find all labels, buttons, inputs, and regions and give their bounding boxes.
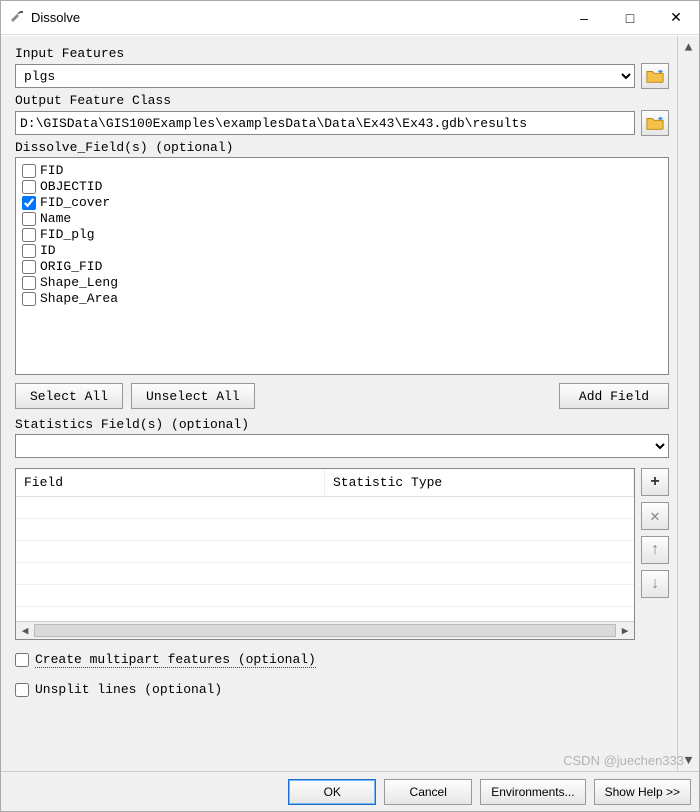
field-checkbox[interactable] [22,260,36,274]
output-feature-class-input[interactable] [15,111,635,135]
unsplit-lines-checkbox[interactable] [15,683,29,697]
unselect-all-button[interactable]: Unselect All [131,383,255,409]
field-checkbox[interactable] [22,180,36,194]
field-item[interactable]: Shape_Leng [22,275,662,290]
field-name: Shape_Leng [40,275,118,290]
minimize-button[interactable]: – [561,1,607,34]
field-name: Shape_Area [40,291,118,306]
input-features-label: Input Features [15,46,669,61]
field-name: ORIG_FID [40,259,102,274]
field-name: FID_cover [40,195,110,210]
grid-horizontal-scrollbar[interactable]: ◀▶ [16,621,634,639]
field-name: FID_plg [40,227,95,242]
field-item[interactable]: ID [22,243,662,258]
statistics-grid[interactable]: Field Statistic Type ◀▶ [15,468,635,640]
statistics-fields-label: Statistics Field(s) (optional) [15,417,669,432]
scroll-down-icon[interactable]: ▼ [678,749,699,771]
close-button[interactable]: ✕ [653,1,699,34]
browse-input-button[interactable] [641,63,669,89]
field-checkbox[interactable] [22,244,36,258]
field-checkbox[interactable] [22,164,36,178]
field-column-header: Field [16,469,325,497]
add-field-button[interactable]: Add Field [559,383,669,409]
button-bar: OK Cancel Environments... Show Help >> [1,771,699,811]
select-all-button[interactable]: Select All [15,383,123,409]
dissolve-fields-label: Dissolve_Field(s) (optional) [15,140,669,155]
move-down-button[interactable]: ↓ [641,570,669,598]
field-checkbox[interactable] [22,276,36,290]
title-bar: Dissolve – □ ✕ [1,1,699,35]
field-name: FID [40,163,63,178]
environments-button[interactable]: Environments... [480,779,585,805]
field-checkbox[interactable] [22,196,36,210]
browse-output-button[interactable] [641,110,669,136]
maximize-button[interactable]: □ [607,1,653,34]
remove-row-button[interactable]: ✕ [641,502,669,530]
hammer-icon [9,8,25,28]
field-name: OBJECTID [40,179,102,194]
vertical-scrollbar[interactable]: ▲ ▼ [677,36,699,771]
field-checkbox[interactable] [22,212,36,226]
field-item[interactable]: FID_plg [22,227,662,242]
scroll-up-icon[interactable]: ▲ [678,36,699,58]
field-name: ID [40,243,56,258]
output-feature-class-label: Output Feature Class [15,93,669,108]
field-item[interactable]: OBJECTID [22,179,662,194]
statistics-field-combo[interactable] [15,434,669,458]
create-multipart-checkbox[interactable] [15,653,29,667]
field-item[interactable]: ORIG_FID [22,259,662,274]
dissolve-fields-list[interactable]: FIDOBJECTIDFID_coverNameFID_plgIDORIG_FI… [15,157,669,375]
field-checkbox[interactable] [22,228,36,242]
unsplit-lines-label: Unsplit lines (optional) [35,682,222,697]
field-item[interactable]: Name [22,211,662,226]
field-name: Name [40,211,71,226]
field-item[interactable]: Shape_Area [22,291,662,306]
show-help-button[interactable]: Show Help >> [594,779,691,805]
field-item[interactable]: FID_cover [22,195,662,210]
cancel-button[interactable]: Cancel [384,779,472,805]
field-checkbox[interactable] [22,292,36,306]
ok-button[interactable]: OK [288,779,376,805]
dialog-body: Input Features plgs Output Feature Class… [1,36,677,771]
add-row-button[interactable]: + [641,468,669,496]
input-features-combo[interactable]: plgs [15,64,635,88]
move-up-button[interactable]: ↑ [641,536,669,564]
window-title: Dissolve [31,10,80,25]
stat-type-column-header: Statistic Type [325,469,634,497]
create-multipart-label: Create multipart features (optional) [35,652,316,668]
field-item[interactable]: FID [22,163,662,178]
